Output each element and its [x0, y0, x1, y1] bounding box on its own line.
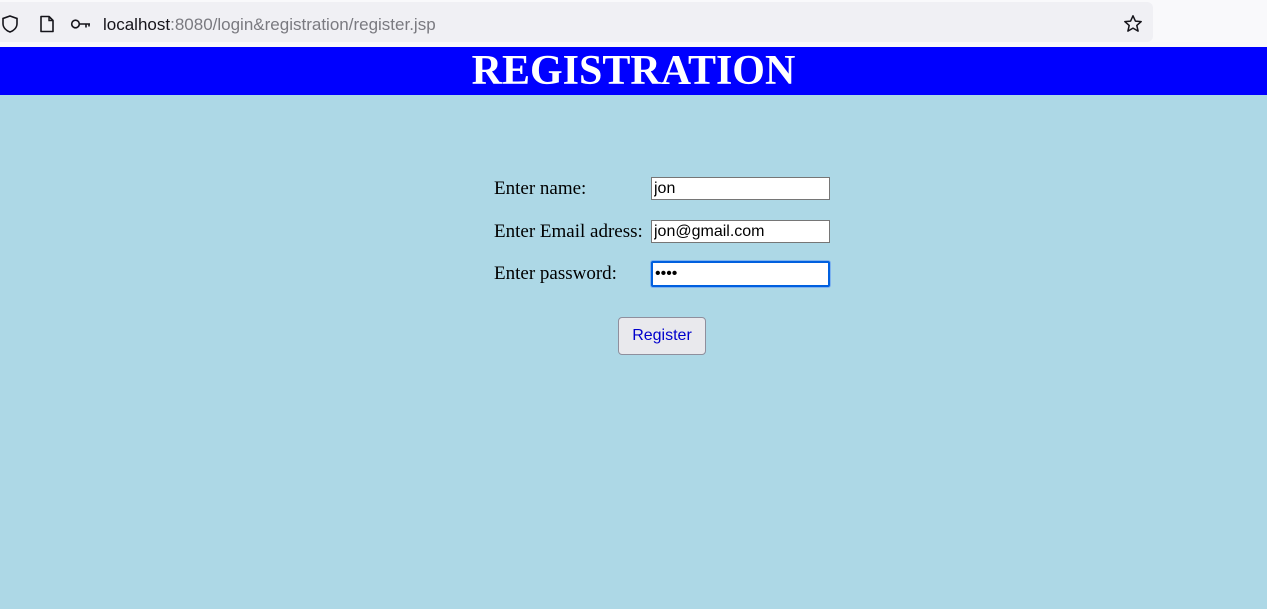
shield-icon[interactable] [0, 14, 20, 34]
register-button[interactable]: Register [618, 317, 706, 355]
browser-toolbar: localhost:8080/login&registration/regist… [0, 0, 1267, 47]
url-text[interactable]: localhost:8080/login&registration/regist… [103, 14, 436, 36]
password-label: Enter password: [494, 263, 617, 284]
bookmark-star-icon[interactable] [1123, 14, 1143, 34]
page-header: REGISTRATION [0, 47, 1267, 95]
url-bar[interactable]: localhost:8080/login&registration/regist… [0, 2, 1153, 42]
key-icon[interactable] [70, 14, 92, 34]
name-label: Enter name: [494, 178, 587, 199]
page-title: REGISTRATION [471, 48, 796, 94]
email-input[interactable] [651, 220, 830, 243]
page-icon[interactable] [37, 14, 57, 34]
url-host: localhost [103, 15, 171, 34]
name-input[interactable] [651, 177, 830, 200]
url-path: :8080/login&registration/register.jsp [170, 15, 436, 34]
password-input[interactable] [651, 261, 830, 287]
email-label: Enter Email adress: [494, 221, 643, 242]
